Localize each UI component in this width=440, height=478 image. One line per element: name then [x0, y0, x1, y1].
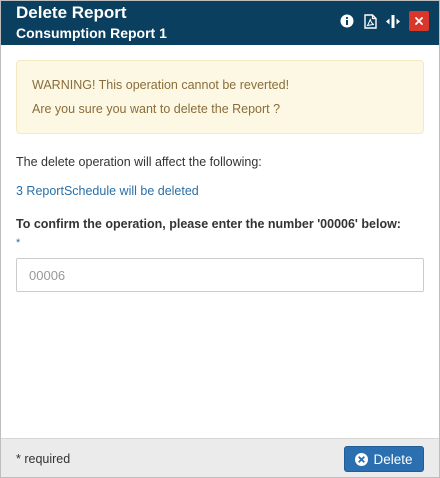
dialog-title: Delete Report [16, 3, 127, 22]
delete-report-dialog: Delete Report Consumption Report 1 WARNI… [0, 0, 440, 478]
required-marker: * [16, 237, 21, 249]
close-icon [415, 17, 423, 25]
delete-button-label: Delete [373, 451, 413, 467]
resize-icon[interactable] [382, 10, 404, 32]
dialog-subtitle: Consumption Report 1 [16, 25, 167, 41]
pdf-icon[interactable] [359, 10, 381, 32]
confirm-number-input[interactable] [16, 258, 424, 292]
dialog-footer: * required Delete [1, 438, 439, 477]
warning-box: WARNING! This operation cannot be revert… [16, 60, 424, 134]
times-circle-icon [355, 452, 369, 466]
confirm-label: To confirm the operation, please enter t… [16, 217, 401, 231]
dialog-header: Delete Report Consumption Report 1 [1, 1, 439, 45]
header-toolbar [335, 10, 429, 32]
warning-line-1: WARNING! This operation cannot be revert… [32, 78, 290, 92]
warning-line-2: Are you sure you want to delete the Repo… [32, 102, 281, 116]
close-button[interactable] [409, 11, 429, 31]
info-icon[interactable] [336, 10, 358, 32]
required-note: * required [16, 452, 71, 466]
delete-button[interactable]: Delete [344, 446, 424, 472]
report-schedule-link[interactable]: 3 ReportSchedule will be deleted [16, 184, 199, 198]
affect-text: The delete operation will affect the fol… [16, 155, 262, 169]
